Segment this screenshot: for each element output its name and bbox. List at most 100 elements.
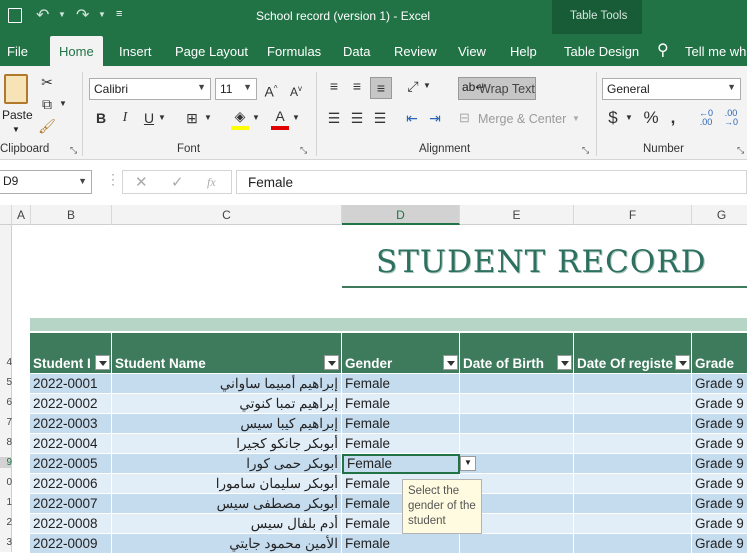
percent-icon[interactable]: % [642, 108, 660, 128]
enter-icon[interactable]: ✓ [171, 173, 184, 191]
row-header[interactable]: 9 [0, 457, 12, 468]
cell-grade[interactable]: Grade 9 [692, 374, 747, 394]
tab-home[interactable]: Home [50, 36, 103, 66]
align-right-icon[interactable]: ☰ [371, 108, 389, 128]
formula-bar-grip[interactable]: ⋮ [106, 171, 120, 188]
cell-student-id[interactable]: 2022-0006 [30, 474, 112, 494]
cell-student-id[interactable]: 2022-0003 [30, 414, 112, 434]
column-header-f[interactable]: F [574, 205, 692, 225]
cell-date-of-birth[interactable] [460, 534, 574, 554]
cell-student-id[interactable]: 2022-0008 [30, 514, 112, 534]
filter-dropdown-icon[interactable] [324, 355, 339, 370]
cell-date-of-birth[interactable] [460, 374, 574, 394]
filter-dropdown-icon[interactable] [95, 355, 110, 370]
number-launcher-icon[interactable]: ⤡ [737, 145, 744, 156]
bold-icon[interactable]: B [93, 108, 109, 128]
fill-color-dropdown-icon[interactable]: ▼ [251, 108, 261, 128]
borders-dropdown-icon[interactable]: ▼ [203, 108, 213, 128]
cell-gender[interactable]: Female [342, 374, 460, 394]
merge-center-button[interactable]: ⊟ Merge & Center ▼ [459, 110, 583, 130]
align-left-icon[interactable]: ☰ [325, 108, 343, 128]
name-box[interactable]: D9 ▼ [0, 170, 92, 194]
redo-dropdown-icon[interactable]: ▼ [98, 10, 106, 19]
filter-dropdown-icon[interactable] [675, 355, 690, 370]
row-header[interactable]: 2 [0, 517, 12, 528]
copy-dropdown-icon[interactable]: ▼ [58, 94, 68, 114]
undo-icon[interactable]: ↶ [36, 5, 49, 25]
cell-gender[interactable]: Female [342, 394, 460, 414]
increase-font-icon[interactable]: A^ [262, 79, 280, 102]
increase-indent-icon[interactable]: ⇥ [426, 108, 444, 128]
cell-student-id[interactable]: 2022-0002 [30, 394, 112, 414]
cell-student-id[interactable]: 2022-0005 [30, 454, 112, 474]
tab-review[interactable]: Review [394, 44, 437, 59]
column-header-a[interactable]: A [12, 205, 31, 225]
font-color-icon[interactable]: A [271, 106, 289, 130]
tab-page-layout[interactable]: Page Layout [175, 44, 248, 59]
font-size-combo[interactable]: 11 ▼ [215, 78, 257, 100]
cell-student-name[interactable]: الأمين محمود جايتي [112, 534, 342, 554]
column-header-d[interactable]: D [342, 205, 460, 225]
currency-dropdown-icon[interactable]: ▼ [624, 108, 634, 128]
column-header-g[interactable]: G [692, 205, 747, 225]
cell-student-name[interactable]: إبراهيم تمبا كنوتي [112, 394, 342, 414]
cell-date-of-birth[interactable] [460, 454, 574, 474]
row-header[interactable]: 4 [0, 357, 12, 368]
cell-student-name[interactable]: أبوبكر حمى كورا [112, 454, 342, 474]
formula-input[interactable]: Female [236, 170, 747, 194]
tab-data[interactable]: Data [343, 44, 370, 59]
italic-icon[interactable]: I [117, 108, 133, 128]
customize-qat-icon[interactable]: ≡ [116, 8, 122, 20]
row-header[interactable]: 5 [0, 377, 12, 388]
align-center-icon[interactable]: ☰ [348, 108, 366, 128]
filter-dropdown-icon[interactable] [443, 355, 458, 370]
wrap-text-button[interactable]: ab↵ Wrap Text [458, 77, 536, 100]
cell-gender-selected[interactable]: Female [342, 454, 460, 474]
paste-dropdown-icon[interactable]: ▼ [12, 125, 20, 134]
cell-date-of-registration[interactable] [574, 374, 692, 394]
cell-date-of-registration[interactable] [574, 534, 692, 554]
tab-insert[interactable]: Insert [119, 44, 152, 59]
sheet-title[interactable]: STUDENT RECORD [376, 244, 706, 280]
orientation-dropdown-icon[interactable]: ▼ [422, 76, 432, 96]
comma-style-icon[interactable]: , [667, 108, 679, 128]
tab-formulas[interactable]: Formulas [267, 44, 321, 59]
cell-date-of-registration[interactable] [574, 514, 692, 534]
decrease-indent-icon[interactable]: ⇤ [403, 108, 421, 128]
cell-date-of-registration[interactable] [574, 414, 692, 434]
header-grade[interactable]: Grade [692, 333, 747, 373]
underline-icon[interactable]: U [141, 108, 157, 128]
save-icon[interactable] [8, 8, 22, 23]
cell-date-of-birth[interactable] [460, 414, 574, 434]
row-header[interactable]: 1 [0, 497, 12, 508]
format-painter-icon[interactable]: 🖌 [38, 116, 56, 136]
tab-view[interactable]: View [458, 44, 486, 59]
cell-student-id[interactable]: 2022-0004 [30, 434, 112, 454]
redo-icon[interactable]: ↷ [76, 5, 89, 25]
insert-function-icon[interactable]: fx [207, 175, 216, 190]
cell-student-id[interactable]: 2022-0009 [30, 534, 112, 554]
currency-icon[interactable]: $ [604, 108, 622, 128]
cell-date-of-registration[interactable] [574, 474, 692, 494]
cell-student-name[interactable]: إبراهيم أمبيما ساواني [112, 374, 342, 394]
paste-icon[interactable] [4, 74, 28, 104]
underline-dropdown-icon[interactable]: ▼ [157, 108, 167, 128]
number-format-combo[interactable]: General ▼ [602, 78, 741, 100]
fill-color-icon[interactable]: ◈ [231, 106, 249, 130]
cell-grade[interactable]: Grade 9 [692, 514, 747, 534]
cell-gender[interactable]: Female [342, 434, 460, 454]
cell-grade[interactable]: Grade 9 [692, 414, 747, 434]
align-top-icon[interactable]: ≡ [325, 76, 343, 96]
paste-label[interactable]: Paste [2, 108, 33, 122]
copy-icon[interactable]: ⧉ [38, 94, 56, 114]
decrease-decimal-icon[interactable]: .00 →0 [722, 109, 740, 127]
row-header[interactable]: 6 [0, 397, 12, 408]
cell-grade[interactable]: Grade 9 [692, 474, 747, 494]
row-header[interactable]: 3 [0, 537, 12, 548]
orientation-icon[interactable]: ⤢ [404, 76, 422, 96]
clipboard-launcher-icon[interactable]: ⤡ [70, 145, 77, 156]
cell-date-of-registration[interactable] [574, 494, 692, 514]
font-launcher-icon[interactable]: ⤡ [300, 145, 307, 156]
undo-dropdown-icon[interactable]: ▼ [58, 10, 66, 19]
column-header-c[interactable]: C [112, 205, 342, 225]
